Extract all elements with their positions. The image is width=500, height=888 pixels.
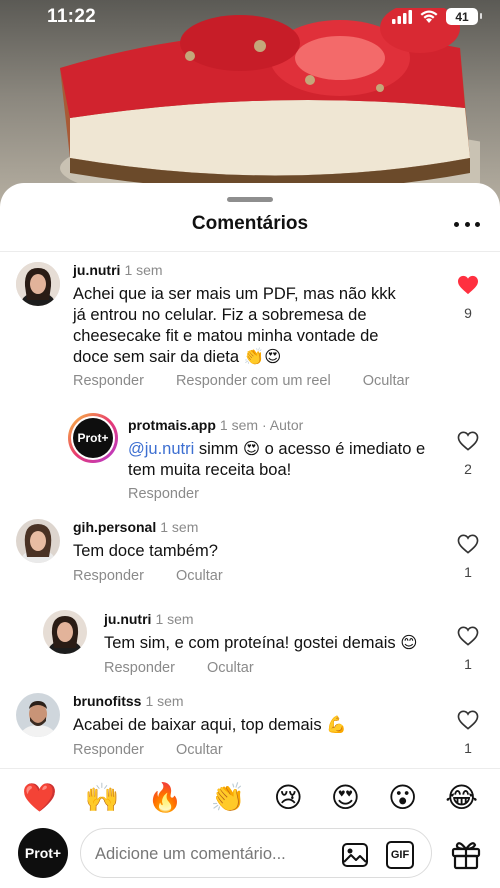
comment-text: Tem doce também? bbox=[73, 542, 218, 560]
comment-time: 1 sem bbox=[124, 262, 163, 278]
mention-link[interactable]: @ju.nutri bbox=[128, 440, 194, 458]
comment-username[interactable]: ju.nutri bbox=[104, 611, 151, 627]
battery-icon: 41 bbox=[446, 8, 482, 25]
like-count: 1 bbox=[464, 564, 472, 580]
comment-composer: Prot+ GIF bbox=[0, 824, 500, 888]
wifi-icon bbox=[420, 10, 438, 23]
emoji-crying-button[interactable]: 😢 bbox=[274, 783, 303, 812]
avatar[interactable] bbox=[16, 262, 60, 306]
comment-username[interactable]: brunofitss bbox=[73, 693, 141, 709]
image-icon[interactable] bbox=[341, 841, 369, 869]
comment-text: Tem sim, e com proteína! gostei demais 😊 bbox=[104, 634, 418, 652]
comment-text: Achei que ia ser mais um PDF, mas não kk… bbox=[73, 285, 396, 366]
avatar-text: Prot+ bbox=[73, 418, 113, 458]
gift-icon[interactable] bbox=[450, 838, 482, 870]
sheet-drag-handle[interactable] bbox=[227, 197, 273, 202]
emoji-heart-button[interactable]: ❤️ bbox=[22, 783, 57, 812]
heart-icon bbox=[457, 431, 479, 451]
cheesecake-photo bbox=[60, 8, 480, 198]
comment-username[interactable]: gih.personal bbox=[73, 519, 156, 535]
emoji-raised-hands-button[interactable]: 🙌 bbox=[85, 783, 120, 812]
comment-text: @ju.nutri simm 😍 o acesso é imediato e t… bbox=[128, 440, 426, 479]
status-time: 11:22 bbox=[47, 6, 97, 27]
emoji-heart-eyes-button[interactable]: 😍 bbox=[331, 783, 360, 812]
comment-input[interactable] bbox=[95, 841, 335, 867]
emoji-laughing-button[interactable]: 😂 bbox=[445, 783, 478, 812]
reply-button[interactable]: Responder bbox=[73, 568, 144, 584]
heart-icon bbox=[457, 534, 479, 554]
comment-username[interactable]: protmais.app bbox=[128, 417, 216, 433]
comment-time: 1 sem bbox=[160, 519, 199, 535]
like-button[interactable]: 2 bbox=[453, 431, 483, 477]
hide-button[interactable]: Ocultar bbox=[207, 660, 254, 676]
hide-button[interactable]: Ocultar bbox=[176, 742, 223, 758]
like-button[interactable]: 1 bbox=[453, 626, 483, 672]
heart-icon bbox=[457, 626, 479, 646]
emoji-fire-button[interactable]: 🔥 bbox=[148, 783, 183, 812]
reply-with-reel-button[interactable]: Responder com um reel bbox=[176, 373, 331, 389]
like-button[interactable]: 1 bbox=[453, 710, 483, 756]
like-count: 9 bbox=[464, 305, 472, 321]
avatar[interactable] bbox=[16, 519, 60, 563]
more-options-icon[interactable] bbox=[454, 217, 480, 231]
divider bbox=[0, 251, 500, 252]
reply-button[interactable]: Responder bbox=[73, 373, 144, 389]
sheet-title: Comentários bbox=[191, 213, 309, 234]
reply-button[interactable]: Responder bbox=[128, 486, 199, 502]
avatar[interactable] bbox=[16, 693, 60, 737]
like-count: 2 bbox=[464, 461, 472, 477]
emoji-quick-bar: ❤️ 🙌 🔥 👏 😢 😍 😮 😂 bbox=[0, 768, 500, 826]
avatar[interactable] bbox=[43, 610, 87, 654]
like-count: 1 bbox=[464, 740, 472, 756]
like-button[interactable]: 1 bbox=[453, 534, 483, 580]
comment-username[interactable]: ju.nutri bbox=[73, 262, 120, 278]
gif-icon[interactable]: GIF bbox=[386, 841, 414, 869]
emoji-surprised-button[interactable]: 😮 bbox=[388, 783, 417, 812]
like-count: 1 bbox=[464, 656, 472, 672]
hide-button[interactable]: Ocultar bbox=[176, 568, 223, 584]
comment-input-box[interactable]: GIF bbox=[80, 828, 432, 878]
like-button[interactable]: 9 bbox=[453, 275, 483, 321]
comment-time: 1 sem bbox=[219, 417, 259, 433]
signal-icon bbox=[392, 9, 412, 24]
reply-button[interactable]: Responder bbox=[104, 660, 175, 676]
author-badge: · Autor bbox=[262, 417, 304, 433]
comment-text: Acabei de baixar aqui, top demais 💪 bbox=[73, 716, 347, 734]
heart-icon bbox=[457, 710, 479, 730]
reply-button[interactable]: Responder bbox=[73, 742, 144, 758]
emoji-clap-button[interactable]: 👏 bbox=[211, 783, 246, 812]
status-bar: 11:22 41 bbox=[0, 0, 500, 34]
my-avatar[interactable]: Prot+ bbox=[18, 828, 68, 878]
comment-time: 1 sem bbox=[155, 611, 194, 627]
hide-button[interactable]: Ocultar bbox=[363, 373, 410, 389]
battery-level: 41 bbox=[455, 9, 469, 24]
comment-time: 1 sem bbox=[145, 693, 184, 709]
avatar[interactable]: Prot+ bbox=[68, 413, 118, 463]
heart-filled-icon bbox=[458, 275, 478, 295]
